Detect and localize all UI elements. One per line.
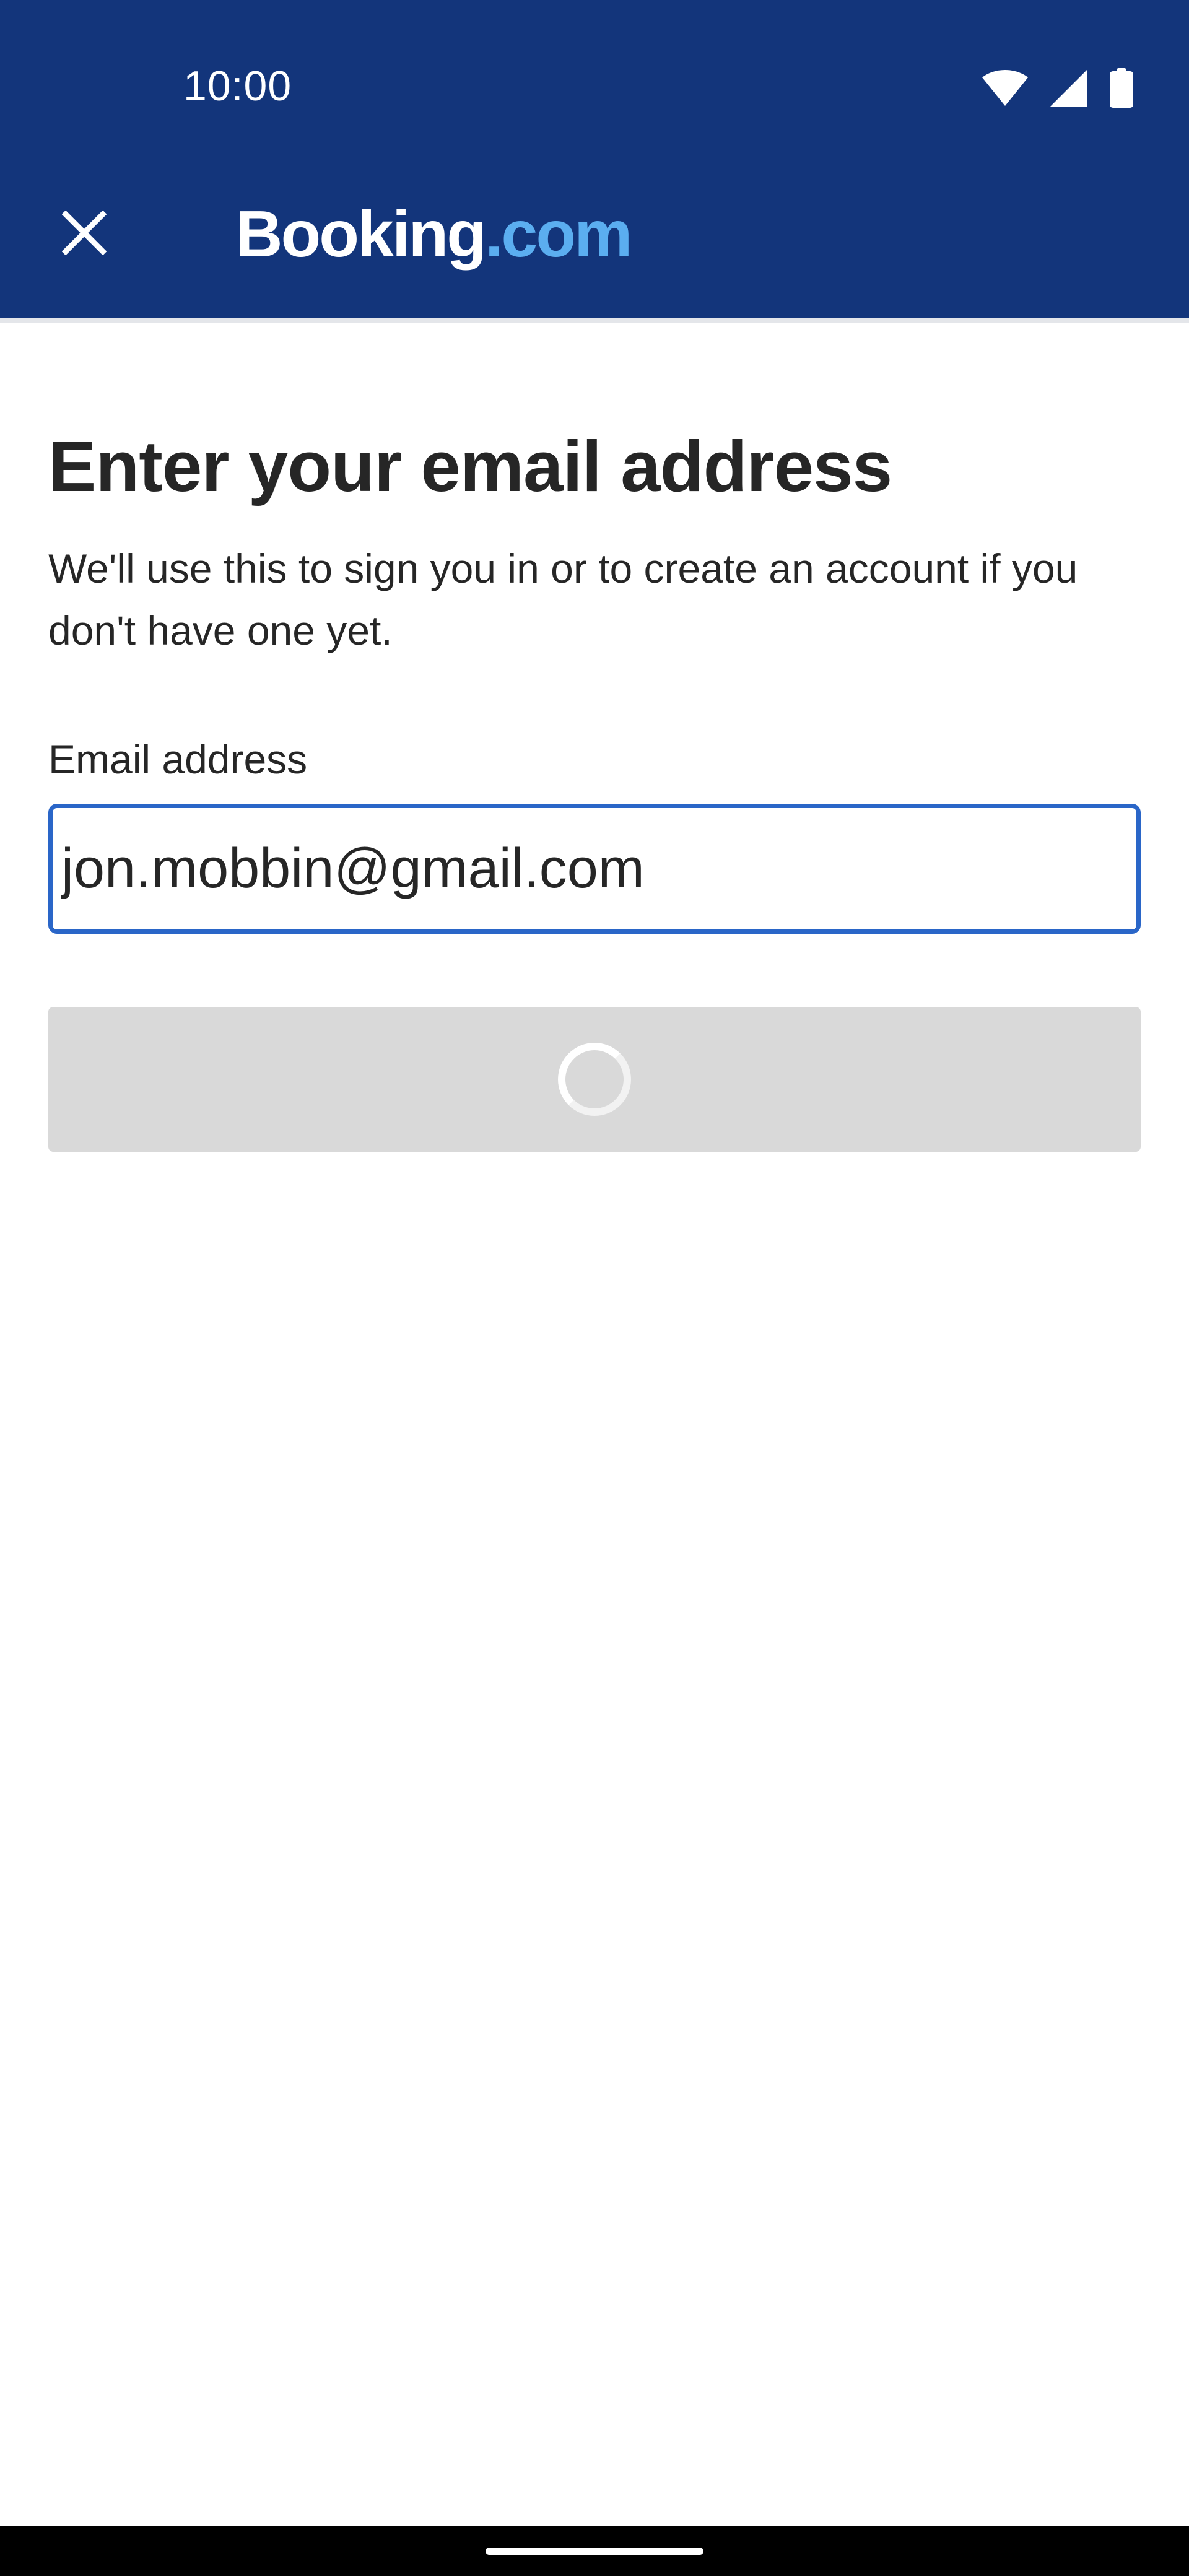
app-header: 10:00 Booking.com [0,0,1189,318]
page-subtitle: We'll use this to sign you in or to crea… [48,546,1078,653]
booking-logo: Booking.com [235,197,632,271]
loading-spinner-icon [558,1043,631,1116]
wifi-icon [982,70,1028,106]
logo-suffix: .com [484,198,632,271]
close-button[interactable] [43,192,125,274]
close-icon [62,211,107,255]
cellular-signal-icon [1050,69,1087,107]
status-time: 10:00 [183,63,292,110]
status-icons [982,68,1133,108]
page-title: Enter your email address [48,426,892,507]
header-divider [0,318,1189,323]
email-label: Email address [48,736,308,782]
continue-button[interactable] [48,1007,1141,1152]
screen: 10:00 Booking.com Enter your email addre… [0,0,1189,2576]
battery-icon [1110,68,1133,108]
logo-main: Booking [235,198,487,271]
email-input[interactable] [48,804,1141,934]
home-indicator[interactable] [486,2548,703,2555]
